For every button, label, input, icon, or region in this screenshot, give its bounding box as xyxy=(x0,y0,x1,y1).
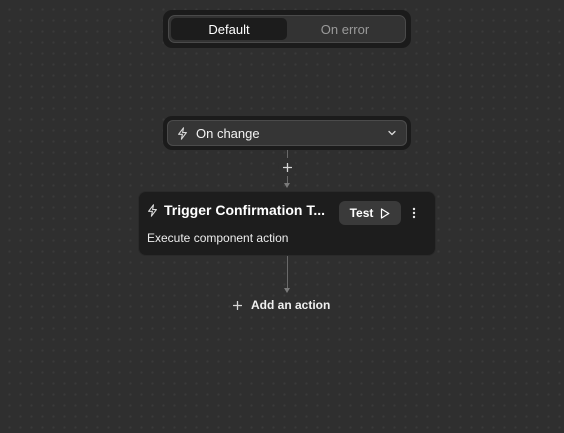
trigger-select[interactable]: On change xyxy=(167,120,407,146)
test-button[interactable]: Test xyxy=(339,201,401,225)
action-card-header: Trigger Confirmation T... xyxy=(147,202,325,218)
more-options-button[interactable] xyxy=(407,203,421,223)
insert-step-button[interactable] xyxy=(278,158,296,176)
action-card-description: Execute component action xyxy=(147,231,289,245)
more-vertical-icon xyxy=(412,207,416,219)
connector-line xyxy=(287,256,288,289)
connector-line xyxy=(287,176,288,183)
tab-default[interactable]: Default xyxy=(171,18,287,40)
plus-icon xyxy=(282,162,292,172)
test-button-label: Test xyxy=(349,206,374,220)
lightning-icon xyxy=(147,203,158,217)
chevron-down-icon xyxy=(388,130,396,136)
add-action-label: Add an action xyxy=(251,298,331,312)
mode-tab-track: Default On error xyxy=(168,15,406,43)
connector-line xyxy=(287,150,288,158)
play-icon xyxy=(380,207,390,219)
action-card[interactable]: Trigger Confirmation T... Test Execute c… xyxy=(138,191,436,256)
lightning-icon xyxy=(177,126,188,140)
action-card-title: Trigger Confirmation T... xyxy=(164,202,326,218)
arrow-down-icon xyxy=(284,183,290,188)
trigger-node: On change xyxy=(163,116,411,150)
add-action-button[interactable]: Add an action xyxy=(233,294,330,316)
trigger-label: On change xyxy=(196,125,260,141)
mode-tab-switcher: Default On error xyxy=(163,10,411,48)
tab-on-error[interactable]: On error xyxy=(287,18,403,40)
arrow-down-icon xyxy=(284,288,290,293)
plus-icon xyxy=(233,300,242,310)
